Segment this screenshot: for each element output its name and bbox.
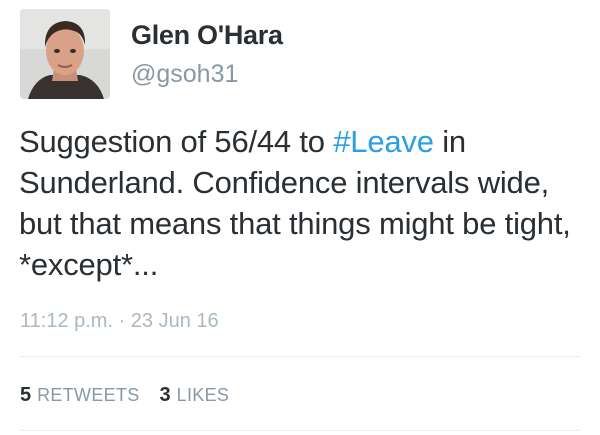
likes-count: 3	[159, 384, 171, 406]
tweet-timestamp[interactable]: 11:12 p.m. · 23 Jun 16	[20, 310, 219, 333]
avatar[interactable]	[20, 9, 110, 99]
tweet-stats: 5 RETWEETS 3 LIKES	[20, 384, 249, 407]
retweets-label: RETWEETS	[37, 385, 140, 405]
divider	[20, 356, 580, 357]
divider	[20, 430, 580, 431]
hashtag-link[interactable]: #Leave	[333, 124, 434, 159]
retweets-stat[interactable]: 5 RETWEETS	[20, 384, 140, 407]
tweet-text: Suggestion of 56/44 to #Leave in Sunderl…	[19, 121, 584, 285]
likes-stat[interactable]: 3 LIKES	[160, 384, 230, 407]
retweets-count: 5	[20, 384, 32, 406]
profile-photo	[20, 9, 110, 99]
user-name[interactable]: Glen O'Hara	[131, 20, 283, 51]
user-handle[interactable]: @gsoh31	[131, 60, 238, 89]
likes-label: LIKES	[176, 385, 230, 405]
tweet-text-before: Suggestion of 56/44 to	[19, 124, 334, 159]
